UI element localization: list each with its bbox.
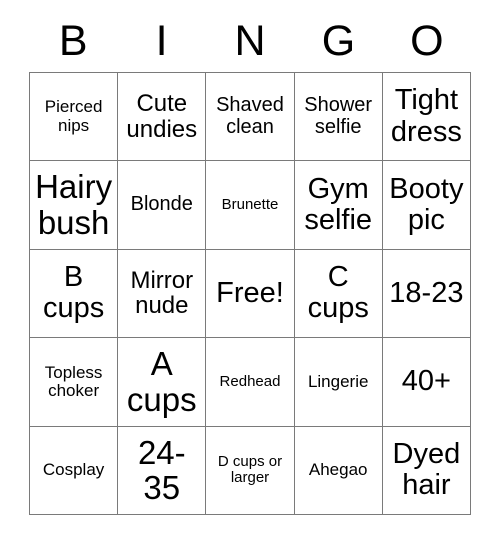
bingo-cell-label: 18-23 — [389, 276, 464, 309]
bingo-cell-r3-c4[interactable]: C cups — [294, 249, 383, 339]
bingo-cell-r2-c4[interactable]: Gym selfie — [294, 161, 383, 250]
bingo-header-letter-i: I — [155, 16, 168, 65]
bingo-cell-label: 40+ — [401, 365, 451, 398]
bingo-cell-r5-c2[interactable]: 24-35 — [118, 426, 207, 515]
bingo-cell-label: 24-35 — [137, 433, 186, 507]
bingo-cell-label: D cups or larger — [217, 453, 283, 487]
bingo-cell-label: Tight dress — [390, 84, 462, 148]
bingo-header-letter-o: O — [410, 16, 444, 65]
bingo-cell-r1-c5[interactable]: Tight dress — [382, 73, 471, 162]
bingo-cell-r5-c5[interactable]: Dyed hair — [382, 426, 471, 515]
bingo-header-letter-g: G — [321, 16, 356, 65]
bingo-cell-r5-c4[interactable]: Ahegao — [294, 426, 383, 515]
bingo-header: BINGO — [29, 12, 471, 70]
bingo-header-letter-b: B — [58, 16, 88, 65]
bingo-cell-r2-c2[interactable]: Blonde — [118, 161, 207, 250]
bingo-card: B I N G O Pierced nips Cute undies Shaved clea… — [0, 0, 500, 544]
bingo-cell-label: Hairy bush — [35, 168, 113, 242]
bingo-cell-label: Gym selfie — [304, 172, 373, 237]
bingo-cell-label: Topless choker — [44, 362, 103, 400]
bingo-cell-label: Lingerie — [307, 371, 369, 391]
bingo-cell-r3-c1[interactable]: B cups — [30, 249, 119, 339]
bingo-cell-label: Pierced nips — [44, 97, 103, 135]
bingo-cell-free[interactable]: Free! — [206, 249, 295, 339]
bingo-cell-label: A cups — [126, 345, 197, 418]
bingo-cell-label: Redhead — [219, 372, 281, 390]
bingo-cell-r5-c1[interactable]: Cosplay — [30, 426, 119, 515]
bingo-cell-r5-c3[interactable]: D cups or larger — [206, 426, 295, 515]
bingo-cell-r2-c5[interactable]: Booty pic — [382, 161, 471, 250]
bingo-cell-r1-c4[interactable]: Shower selfie — [294, 73, 383, 162]
bingo-cell-label: Booty pic — [389, 172, 464, 237]
bingo-cell-r1-c3[interactable]: Shaved clean — [206, 73, 295, 162]
bingo-header-letter-n: N — [234, 16, 266, 65]
bingo-cell-label: B cups — [42, 261, 105, 325]
bingo-cell-label: Shaved clean — [216, 94, 284, 138]
bingo-cell-r4-c5[interactable]: 40+ — [382, 338, 471, 427]
bingo-cell-r4-c1[interactable]: Topless choker — [30, 338, 119, 427]
bingo-cell-label: Cute undies — [126, 89, 198, 143]
bingo-cell-r2-c3[interactable]: Brunette — [206, 161, 295, 250]
bingo-cell-label: Mirror nude — [130, 266, 194, 320]
bingo-cell-r4-c2[interactable]: A cups — [118, 338, 207, 427]
bingo-cell-label: Shower selfie — [304, 94, 373, 138]
bingo-cell-r1-c1[interactable]: Pierced nips — [30, 73, 119, 162]
bingo-cell-label: Cosplay — [42, 460, 105, 480]
bingo-cell-label: C cups — [307, 261, 369, 325]
bingo-cell-label: Brunette — [221, 196, 279, 213]
bingo-cell-r3-c2[interactable]: Mirror nude — [118, 249, 207, 339]
bingo-cell-r4-c4[interactable]: Lingerie — [294, 338, 383, 427]
bingo-cell-label: Dyed hair — [392, 437, 461, 502]
bingo-cell-label: Free! — [216, 276, 284, 309]
bingo-cell-r2-c1[interactable]: Hairy bush — [30, 161, 119, 250]
bingo-cell-label: Ahegao — [308, 460, 368, 480]
bingo-cell-r3-c5[interactable]: 18-23 — [382, 249, 471, 339]
bingo-cell-r4-c3[interactable]: Redhead — [206, 338, 295, 427]
bingo-cell-r1-c2[interactable]: Cute undies — [118, 73, 207, 162]
bingo-grid: Pierced nips Cute undies Shaved clean Showe… — [29, 72, 471, 515]
bingo-cell-label: Blonde — [130, 193, 193, 216]
